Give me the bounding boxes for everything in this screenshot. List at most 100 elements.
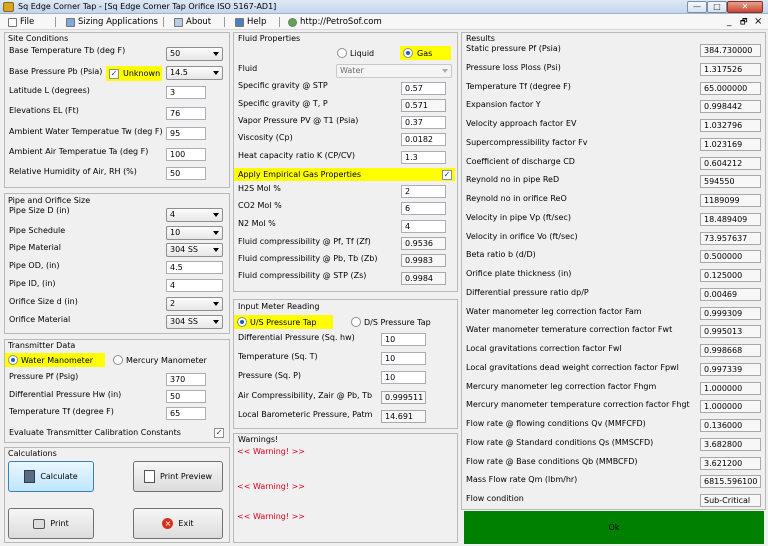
liquid-radio[interactable]: [337, 48, 347, 58]
result-value: 73.957637: [700, 232, 761, 245]
exit-button[interactable]: × Exit: [133, 508, 223, 539]
humidity-input[interactable]: 50: [166, 167, 206, 180]
calculate-button[interactable]: Calculate: [8, 461, 94, 492]
mdi-close-button[interactable]: ×: [754, 16, 762, 28]
n2-input[interactable]: 4: [401, 220, 446, 233]
result-value: 0.995013: [700, 325, 761, 338]
temp-sq-input[interactable]: 10: [381, 352, 426, 365]
file-icon: [8, 17, 17, 27]
us-tap-label: U/S Pressure Tap: [250, 318, 317, 327]
zb-value: 0.9983: [401, 254, 446, 267]
close-button[interactable]: ✕: [727, 1, 763, 13]
co2-input[interactable]: 6: [401, 202, 446, 215]
print-preview-button[interactable]: Print Preview: [133, 461, 223, 492]
pipe-size-select[interactable]: 4: [166, 208, 223, 222]
press-sq-input[interactable]: 10: [381, 371, 426, 384]
pf-label: Pressure Pf (Psig): [9, 372, 79, 381]
orifice-size-label: Orifice Size d (in): [9, 297, 78, 306]
ok-button[interactable]: Ok: [464, 511, 764, 544]
sg-std-label: Specific gravity @ STP: [238, 81, 328, 90]
result-label: Water manometer temerature correction fa…: [466, 325, 673, 334]
print-button[interactable]: Print: [8, 508, 94, 539]
result-label: Pressure loss Ploss (Psi): [466, 63, 561, 72]
water-manometer-radio[interactable]: [8, 355, 18, 365]
result-value: Sub-Critical: [700, 494, 761, 507]
result-value: 0.998668: [700, 344, 761, 357]
result-label: Reynold no in orifice ReO: [466, 194, 567, 203]
h2s-input[interactable]: 2: [401, 185, 446, 198]
menu-about[interactable]: About: [174, 16, 211, 28]
tf-label: Temperature Tf (degree F): [9, 407, 114, 416]
us-tap-radio[interactable]: [237, 317, 247, 327]
result-value: 1.317526: [700, 63, 761, 76]
menu-separator: [163, 17, 164, 27]
orifice-size-select[interactable]: 2: [166, 297, 223, 311]
result-label: Differential pressure ratio dp/P: [466, 288, 589, 297]
air-temp-input[interactable]: 100: [166, 148, 206, 161]
base-press-select[interactable]: 14.5: [166, 66, 223, 80]
elevation-label: Elevations EL (Ft): [9, 106, 79, 115]
fluid-properties-title: Fluid Properties: [238, 34, 301, 43]
pipe-material-select[interactable]: 304 SS: [166, 243, 223, 257]
hw-input[interactable]: 50: [166, 390, 206, 403]
window-title: Sq Edge Corner Tap - [Sq Edge Corner Tap…: [18, 2, 277, 11]
k-label: Heat capacity ratio K (CP/CV): [238, 151, 356, 160]
unknown-checkbox[interactable]: ✓: [109, 69, 119, 79]
dp-input[interactable]: 10: [381, 333, 426, 346]
pv-label: Vapor Pressure PV @ T1 (Psia): [238, 116, 359, 125]
mdi-minimize-button[interactable]: _: [727, 16, 732, 28]
pv-input[interactable]: 0.37: [401, 116, 446, 129]
book-icon: [174, 17, 183, 27]
title-bar: Sq Edge Corner Tap - [Sq Edge Corner Tap…: [0, 0, 768, 14]
menu-sizing[interactable]: Sizing Applications: [66, 16, 158, 28]
eval-calibration-checkbox[interactable]: ✓: [214, 428, 224, 438]
chevron-down-icon: [213, 248, 219, 252]
maximize-button[interactable]: □: [707, 1, 727, 13]
menu-file[interactable]: File: [8, 16, 34, 28]
base-temp-label: Base Temperature Tb (deg F): [9, 46, 126, 55]
menu-help[interactable]: Help: [235, 16, 266, 28]
result-label: Reynold no in pipe ReD: [466, 175, 560, 184]
mercury-manometer-radio[interactable]: [113, 355, 123, 365]
empirical-checkbox[interactable]: ✓: [442, 170, 452, 180]
viscosity-input[interactable]: 0.0182: [401, 133, 446, 146]
base-temp-select[interactable]: 50: [166, 47, 223, 61]
tf-input[interactable]: 65: [166, 407, 206, 420]
transmitter-title: Transmitter Data: [8, 341, 76, 350]
result-value: 3.682800: [700, 438, 761, 451]
fluid-select[interactable]: Water: [336, 64, 452, 78]
ds-tap-label: D/S Pressure Tap: [364, 318, 431, 327]
calculations-title: Calculations: [8, 449, 57, 458]
mdi-restore-button[interactable]: 🗗: [740, 16, 748, 28]
menu-url[interactable]: http://PetroSof.com: [288, 16, 382, 28]
pipe-od-input[interactable]: 4.5: [166, 261, 223, 274]
result-label: Mercury manometer temperature correction…: [466, 400, 690, 409]
chevron-down-icon: [213, 302, 219, 306]
warning-text-3: << Warning! >>: [237, 512, 305, 521]
zf-value: 0.9536: [401, 237, 446, 250]
orifice-material-select[interactable]: 304 SS: [166, 315, 223, 329]
chevron-down-icon: [213, 71, 219, 75]
elevation-input[interactable]: 76: [166, 107, 206, 120]
meter-reading-title: Input Meter Reading: [238, 302, 320, 311]
result-label: Coefficient of discharge CD: [466, 157, 575, 166]
k-input[interactable]: 1.3: [401, 151, 446, 164]
pf-input[interactable]: 370: [166, 373, 206, 386]
minimize-button[interactable]: —: [687, 1, 707, 13]
latitude-input[interactable]: 3: [166, 86, 206, 99]
result-value: 3.621200: [700, 457, 761, 470]
result-value: 1.000000: [700, 400, 761, 413]
water-temp-input[interactable]: 95: [166, 127, 206, 140]
pipe-schedule-select[interactable]: 10: [166, 226, 223, 240]
empirical-label: Apply Empirical Gas Properties: [238, 170, 362, 179]
sg-std-input[interactable]: 0.57: [401, 82, 446, 95]
gas-radio[interactable]: [403, 48, 413, 58]
site-conditions-title: Site Conditions: [8, 34, 69, 43]
pipe-id-input[interactable]: 4: [166, 279, 223, 292]
dp-label: Differential Pressure (Sq. hw): [238, 333, 355, 342]
patm-value: 14.691: [381, 410, 426, 423]
zs-value: 0.9984: [401, 272, 446, 285]
ds-tap-radio[interactable]: [351, 317, 361, 327]
result-label: Flow rate @ flowing conditions Qv (MMFCF…: [466, 419, 646, 428]
base-press-label: Base Pressure Pb (Psia): [9, 67, 103, 76]
